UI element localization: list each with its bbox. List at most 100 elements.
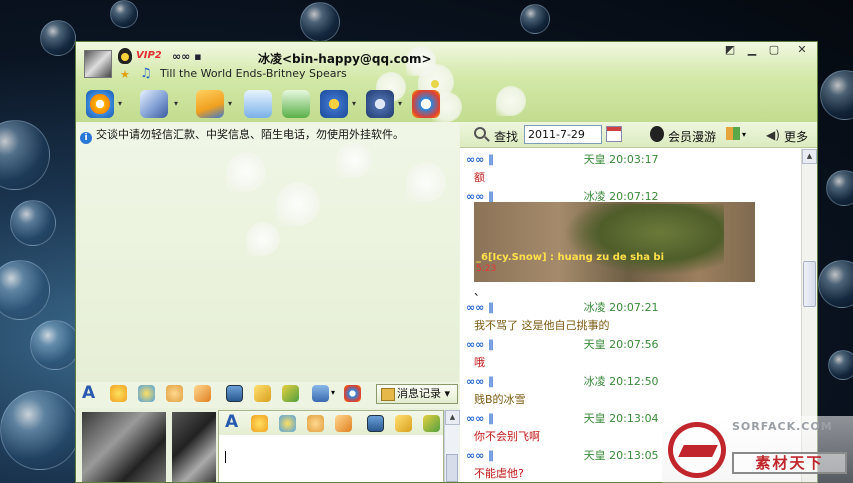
scroll-up-button[interactable]: ▲ bbox=[445, 410, 460, 425]
search-button[interactable]: 查找 bbox=[494, 128, 518, 145]
message-text: 额 bbox=[474, 171, 485, 184]
chevron-down-icon[interactable]: ▾ bbox=[352, 99, 356, 108]
message-glyph: ∞∞ ∥ bbox=[466, 338, 494, 351]
title-bar[interactable]: VIP2 ∞∞ ▪ 冰凌<bin-happy@qq.com> ★ ♫ Till … bbox=[76, 42, 817, 122]
maximize-button[interactable]: ▢ bbox=[764, 44, 784, 58]
message-text: 我不骂了 这是他自己挑事的 bbox=[474, 319, 610, 332]
send-image-icon[interactable] bbox=[367, 415, 384, 432]
message-text: 贱B的冰雪 bbox=[474, 393, 526, 406]
send-image-icon[interactable] bbox=[226, 385, 243, 402]
gift-icon[interactable] bbox=[282, 385, 299, 402]
emoticon-icon[interactable] bbox=[251, 415, 268, 432]
music-note-icon: ♫ bbox=[140, 66, 152, 81]
app-center-icon[interactable] bbox=[320, 90, 348, 118]
shake-window-icon[interactable] bbox=[307, 415, 324, 432]
font-icon[interactable]: A bbox=[82, 385, 99, 402]
gift-icon[interactable] bbox=[423, 415, 440, 432]
message-time: 20:07:56 bbox=[609, 338, 659, 351]
message-time: 20:13:04 bbox=[609, 412, 659, 425]
message-header: ∞∞ ∥ 天皇 20:07:56 bbox=[466, 336, 659, 351]
contact-title: 冰凌<bin-happy@qq.com> bbox=[258, 52, 432, 66]
status-glyph: ∞∞ ▪ bbox=[172, 50, 202, 63]
flower-decoration bbox=[496, 86, 526, 116]
calendar-icon[interactable] bbox=[606, 126, 622, 142]
input-format-toolbar: A bbox=[219, 411, 443, 435]
shake-window-icon[interactable] bbox=[166, 385, 183, 402]
chat-screenshot-image[interactable]: _6[Icy.Snow] : huang zu de sha bi 5:23 bbox=[474, 202, 755, 282]
message-header: ∞∞ ∥ 冰凌 20:12:50 bbox=[466, 373, 659, 388]
message-header: ∞∞ ∥ 天皇 20:03:17 bbox=[466, 151, 659, 166]
more-button[interactable]: 更多 bbox=[784, 128, 808, 145]
vip-badge: VIP2 bbox=[136, 50, 162, 61]
message-text: 哦 bbox=[474, 356, 485, 369]
chevron-down-icon[interactable]: ▾ bbox=[228, 99, 232, 108]
settings-gear-icon[interactable] bbox=[366, 90, 394, 118]
font-icon[interactable]: A bbox=[225, 414, 242, 431]
message-time: 20:03:17 bbox=[609, 153, 659, 166]
chevron-down-icon[interactable]: ▾ bbox=[118, 99, 122, 108]
avatar[interactable] bbox=[84, 50, 112, 78]
info-icon: i bbox=[80, 132, 92, 144]
bubble-decoration bbox=[828, 350, 853, 380]
message-sender: 天皇 bbox=[583, 412, 606, 425]
doodle-icon[interactable] bbox=[335, 415, 352, 432]
message-history-label: 消息记录 bbox=[397, 387, 441, 400]
chevron-down-icon[interactable]: ▾ bbox=[331, 388, 335, 397]
soso-search-icon[interactable] bbox=[412, 90, 440, 118]
message-time: 20:13:05 bbox=[609, 449, 659, 462]
speaker-icon[interactable]: ◀) bbox=[766, 128, 780, 142]
scroll-thumb[interactable] bbox=[446, 454, 458, 482]
watermark-logo bbox=[668, 422, 726, 478]
create-group-icon[interactable] bbox=[282, 90, 310, 118]
image-overlay-text: _6[Icy.Snow] : huang zu de sha bi bbox=[476, 252, 665, 263]
chevron-down-icon[interactable]: ▾ bbox=[398, 99, 402, 108]
now-playing-song[interactable]: Till the World Ends-Britney Spears bbox=[160, 67, 347, 80]
message-history-button[interactable]: 消息记录 ▾ bbox=[376, 384, 458, 404]
view-mode-icon[interactable] bbox=[726, 127, 740, 140]
member-roaming-button[interactable]: 会员漫游 bbox=[668, 128, 716, 145]
close-button[interactable]: ✕ bbox=[792, 44, 812, 58]
input-scrollbar[interactable]: ▲ bbox=[444, 410, 460, 482]
flower-decoration bbox=[406, 162, 446, 202]
scroll-up-button[interactable]: ▲ bbox=[802, 149, 817, 164]
magic-emoticon-icon[interactable] bbox=[279, 415, 296, 432]
doodle-icon[interactable] bbox=[194, 385, 211, 402]
message-input[interactable]: A bbox=[218, 410, 444, 482]
message-header: ∞∞ ∥ 冰凌 20:07:21 bbox=[466, 299, 659, 314]
message-header: ∞∞ ∥ 天皇 20:13:05 bbox=[466, 447, 659, 462]
minimize-button[interactable]: ▁ bbox=[742, 44, 762, 58]
music-icon[interactable] bbox=[395, 415, 412, 432]
send-file-icon[interactable] bbox=[196, 90, 224, 118]
emoticon-icon[interactable] bbox=[110, 385, 127, 402]
game-creature-image bbox=[564, 204, 724, 276]
flower-decoration bbox=[431, 80, 439, 88]
message-glyph: ∞∞ ∥ bbox=[466, 449, 494, 462]
message-time: 20:12:50 bbox=[609, 375, 659, 388]
message-glyph: ∞∞ ∥ bbox=[466, 153, 494, 166]
bubble-decoration bbox=[0, 120, 50, 190]
input-area: A ▲ bbox=[76, 408, 460, 482]
bubble-decoration bbox=[40, 20, 76, 56]
video-call-icon[interactable] bbox=[86, 90, 114, 118]
message-header: ∞∞ ∥ 冰凌 20:07:12 bbox=[466, 188, 659, 203]
soso-icon[interactable] bbox=[344, 385, 361, 402]
voice-call-icon[interactable] bbox=[140, 90, 168, 118]
date-input[interactable]: 2011-7-29 bbox=[524, 125, 602, 144]
skin-button[interactable]: ◩ bbox=[720, 44, 740, 58]
search-icon[interactable] bbox=[474, 127, 486, 139]
chevron-down-icon[interactable]: ▾ bbox=[174, 99, 178, 108]
chevron-down-icon[interactable]: ▾ bbox=[742, 130, 746, 139]
bubble-decoration bbox=[0, 260, 50, 320]
message-sender: 天皇 bbox=[583, 449, 606, 462]
message-glyph: ∞∞ ∥ bbox=[466, 412, 494, 425]
send-mail-icon[interactable] bbox=[244, 90, 272, 118]
bubble-decoration bbox=[826, 170, 853, 206]
security-notice: i 交谈中请勿轻信汇款、中奖信息、陌生电话，勿使用外挂软件。 bbox=[80, 126, 456, 144]
bubble-decoration bbox=[300, 2, 340, 42]
music-icon[interactable] bbox=[254, 385, 271, 402]
screenshot-icon[interactable] bbox=[312, 385, 329, 402]
message-sender: 冰凌 bbox=[583, 301, 606, 314]
scroll-thumb[interactable] bbox=[803, 261, 816, 307]
magic-emoticon-icon[interactable] bbox=[138, 385, 155, 402]
text-caret bbox=[225, 451, 226, 463]
